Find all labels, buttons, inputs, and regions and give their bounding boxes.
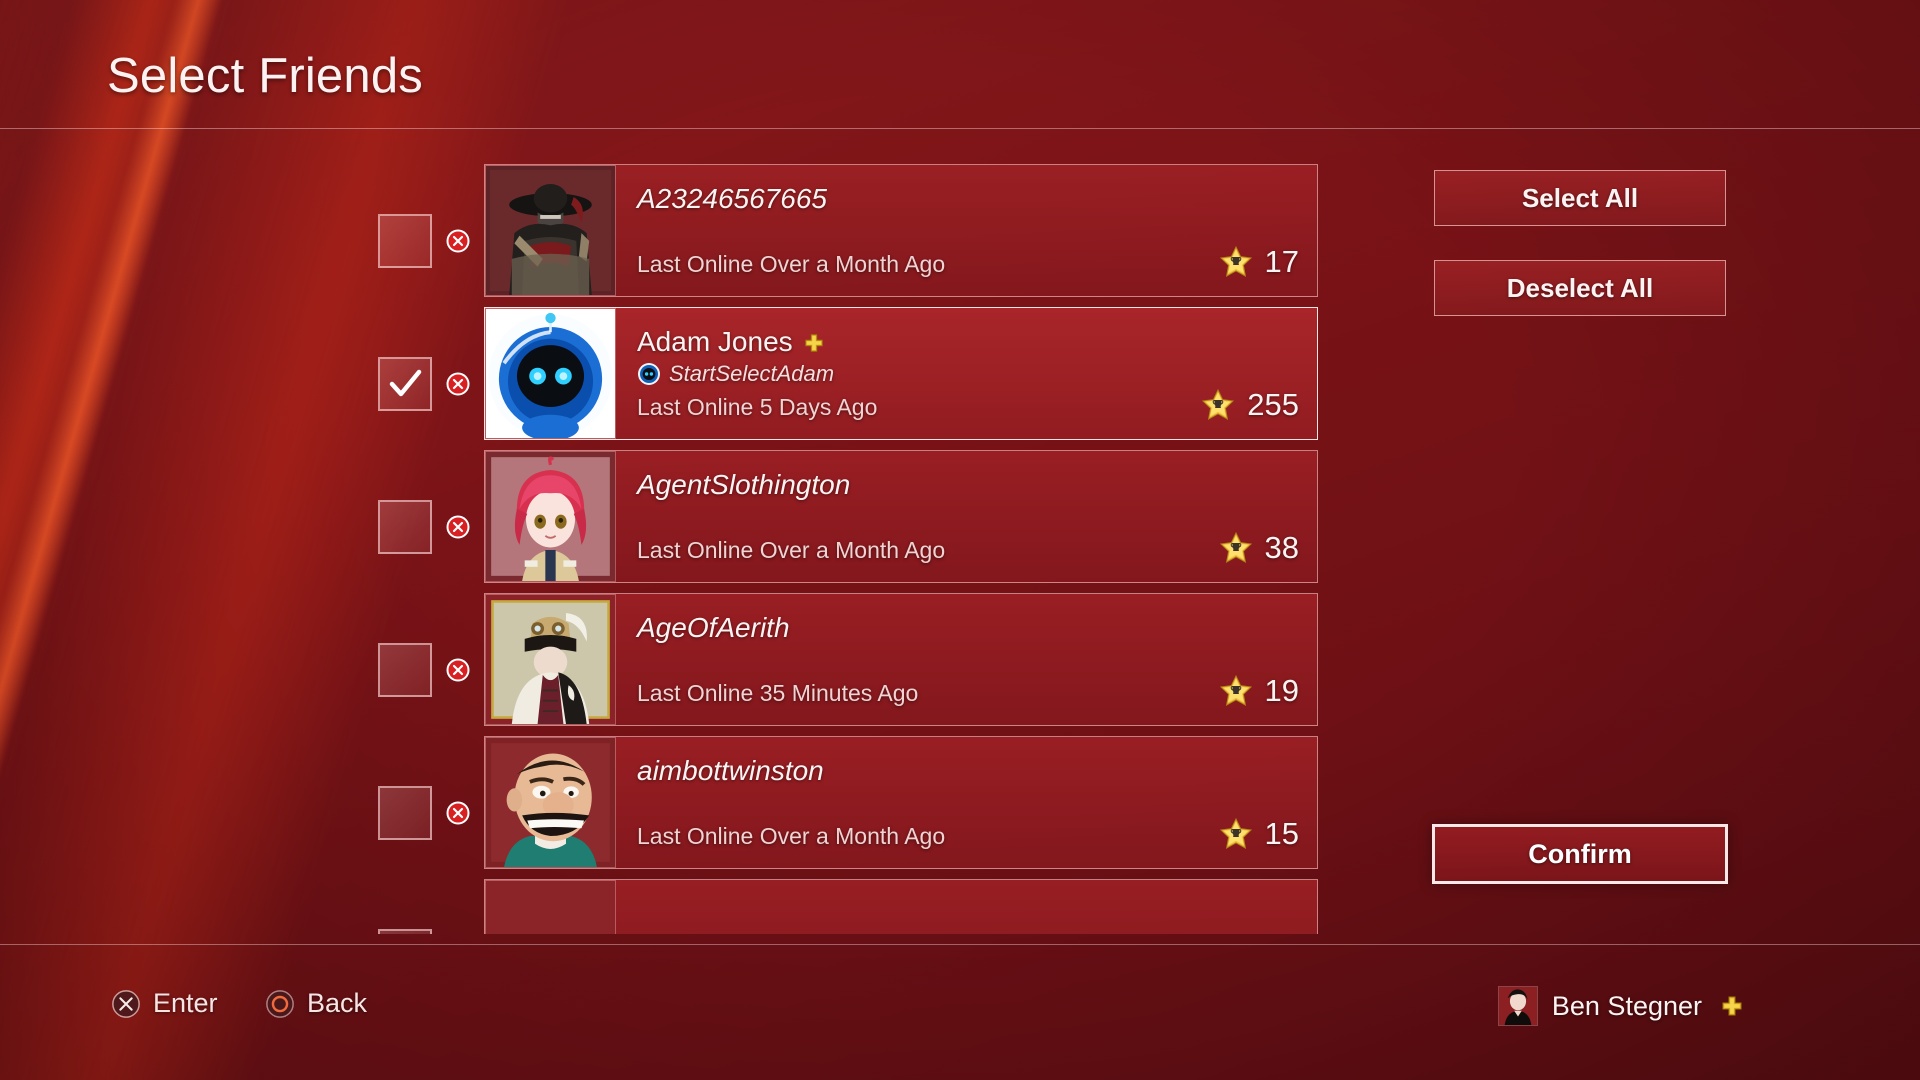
current-user[interactable]: Ben Stegner — [1497, 986, 1744, 1026]
friend-checkbox[interactable] — [378, 500, 432, 554]
friend-checkbox[interactable] — [378, 786, 432, 840]
trophy-count: 38 — [1264, 530, 1299, 565]
remove-friend-icon[interactable] — [446, 229, 470, 253]
back-hint-label: Back — [307, 988, 368, 1018]
trophy-star-icon — [1219, 817, 1252, 849]
friend-name-text: AgentSlothington — [637, 469, 851, 500]
user-avatar — [1497, 986, 1538, 1026]
partial-avatar — [486, 881, 615, 934]
back-hint[interactable]: Back — [265, 988, 367, 1019]
friend-card[interactable]: Adam Jones StartSelectAdam Last Online 5 D… — [484, 307, 1318, 440]
friend-name: aimbottwinston — [637, 755, 824, 787]
friend-row[interactable]: AgentSlothington Last Online Over a Month… — [378, 450, 1318, 593]
friend-avatar — [485, 737, 616, 868]
friend-card[interactable]: A23246567665 Last Online Over a Month Ago… — [484, 164, 1318, 297]
friend-name: Adam Jones — [637, 326, 825, 358]
friend-name: A23246567665 — [637, 183, 827, 215]
page-title: Select Friends — [107, 49, 423, 103]
cross-button-icon — [112, 989, 140, 1018]
remove-friend-icon[interactable] — [446, 515, 470, 539]
friend-row[interactable] — [378, 879, 1318, 934]
friend-row[interactable]: AgeOfAerith Last Online 35 Minutes Ago 19 — [378, 593, 1318, 736]
current-user-name: Ben Stegner — [1551, 990, 1702, 1021]
friend-name: AgentSlothington — [637, 469, 850, 501]
friend-online-id-text: StartSelectAdam — [669, 361, 835, 386]
friend-name-text: A23246567665 — [637, 183, 827, 214]
enter-hint[interactable]: Enter — [111, 988, 218, 1019]
friend-row[interactable]: A23246567665 Last Online Over a Month Ago… — [378, 164, 1318, 307]
friend-checkbox[interactable] — [378, 357, 432, 411]
friend-online-id: StartSelectAdam — [637, 361, 834, 387]
trophy-level: 255 — [1201, 387, 1299, 423]
friend-avatar — [485, 308, 616, 439]
friend-avatar — [485, 451, 616, 582]
friend-list-area: A23246567665 Last Online Over a Month Ago… — [0, 128, 1920, 944]
footer: Enter Back Ben Stegner — [0, 944, 1920, 1080]
deselect-all-button[interactable]: Deselect All — [1434, 260, 1726, 316]
friend-checkbox[interactable] — [378, 214, 432, 268]
friend-name-text: AgeOfAerith — [637, 612, 790, 643]
remove-friend-icon[interactable] — [446, 658, 470, 682]
trophy-level: 15 — [1219, 816, 1299, 852]
friend-status: Last Online 35 Minutes Ago — [637, 680, 919, 706]
trophy-level: 17 — [1219, 244, 1299, 280]
trophy-star-icon — [1219, 245, 1252, 277]
select-all-button[interactable]: Select All — [1434, 170, 1726, 226]
trophy-level: 38 — [1219, 530, 1299, 566]
friend-list[interactable]: A23246567665 Last Online Over a Month Ago… — [378, 164, 1318, 934]
gunslinger-avatar — [486, 166, 615, 295]
checkmark-icon — [389, 369, 422, 397]
friend-checkbox[interactable] — [378, 929, 432, 934]
friend-card[interactable]: AgentSlothington Last Online Over a Month… — [484, 450, 1318, 583]
trophy-level: 19 — [1219, 673, 1299, 709]
friend-card[interactable]: AgeOfAerith Last Online 35 Minutes Ago 19 — [484, 593, 1318, 726]
circle-button-icon — [266, 989, 294, 1018]
friend-checkbox[interactable] — [378, 643, 432, 697]
trophy-star-icon — [1219, 531, 1252, 563]
trophy-count: 17 — [1264, 244, 1299, 279]
masked-character-avatar — [486, 595, 615, 724]
remove-friend-icon[interactable] — [446, 801, 470, 825]
friend-status: Last Online Over a Month Ago — [637, 823, 946, 849]
friend-name-text: Adam Jones — [637, 326, 793, 357]
trophy-count: 19 — [1264, 673, 1299, 708]
friend-status: Last Online Over a Month Ago — [637, 251, 946, 277]
friend-avatar — [485, 594, 616, 725]
ps-plus-badge-icon — [1722, 996, 1742, 1016]
friend-card[interactable] — [484, 879, 1318, 934]
friend-avatar — [485, 165, 616, 296]
footer-divider — [0, 944, 1920, 945]
remove-friend-icon[interactable] — [446, 372, 470, 396]
astro-bot-avatar — [486, 309, 615, 438]
friend-card[interactable]: aimbottwinston Last Online Over a Month A… — [484, 736, 1318, 869]
friend-row[interactable]: aimbottwinston Last Online Over a Month A… — [378, 736, 1318, 879]
trophy-count: 255 — [1247, 387, 1299, 422]
confirm-button[interactable]: Confirm — [1432, 824, 1728, 884]
friend-name: AgeOfAerith — [637, 612, 790, 644]
deselect-all-label: Deselect All — [1506, 272, 1654, 303]
friend-avatar — [485, 880, 616, 934]
trophy-count: 15 — [1264, 816, 1299, 851]
friend-status: Last Online 5 Days Ago — [637, 394, 878, 420]
online-id-avatar-icon — [638, 363, 660, 385]
friend-status: Last Online Over a Month Ago — [637, 537, 946, 563]
select-friends-screen: Select Friends A23246567665 Last Online O… — [0, 0, 1920, 1080]
enter-hint-label: Enter — [153, 988, 218, 1018]
cartoon-face-avatar — [486, 738, 615, 867]
anime-girl-avatar — [486, 452, 615, 581]
trophy-star-icon — [1219, 674, 1252, 706]
ps-plus-badge-icon — [804, 334, 823, 352]
trophy-star-icon — [1202, 388, 1235, 420]
friend-row[interactable]: Adam Jones StartSelectAdam Last Online 5 D… — [378, 307, 1318, 450]
select-all-label: Select All — [1521, 182, 1639, 213]
confirm-label: Confirm — [1528, 838, 1632, 869]
header: Select Friends — [0, 0, 1920, 128]
friend-name-text: aimbottwinston — [637, 755, 824, 786]
